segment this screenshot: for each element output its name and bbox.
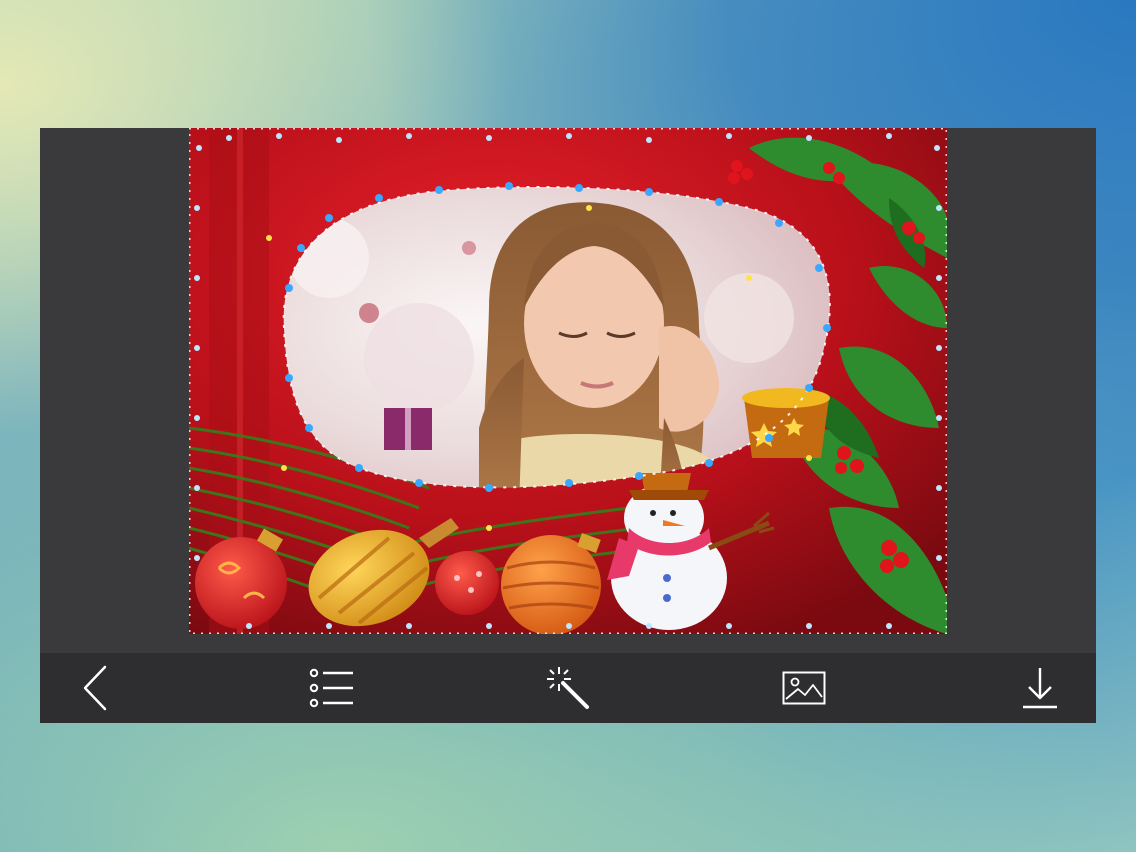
save-button[interactable] [1004,658,1076,718]
magic-wand-icon [547,667,589,709]
back-button[interactable] [60,658,132,718]
bottom-toolbar [40,653,1096,723]
gallery-button[interactable] [768,658,840,718]
download-icon [1023,668,1057,709]
effects-button[interactable] [532,658,604,718]
frame-list-button[interactable] [296,658,368,718]
christmas-frame-image [189,128,947,634]
image-icon [782,671,826,705]
editor-panel [40,128,1096,723]
chevron-left-icon [83,665,107,711]
photo-canvas[interactable] [189,128,947,634]
list-icon [309,668,353,708]
